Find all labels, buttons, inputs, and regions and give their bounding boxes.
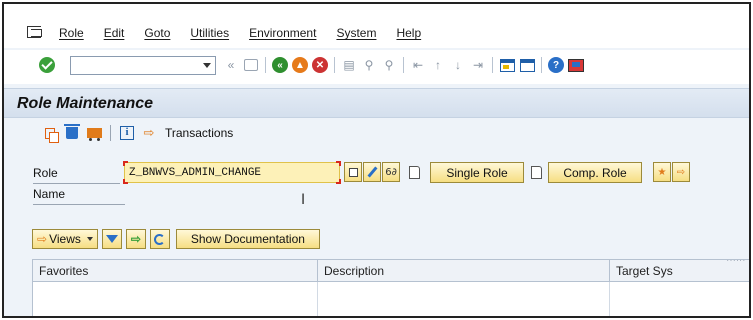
refresh-icon bbox=[154, 233, 166, 245]
shortcut-icon[interactable] bbox=[519, 57, 535, 73]
application-toolbar: i ⇨ Transactions bbox=[42, 124, 233, 143]
command-input[interactable] bbox=[71, 57, 197, 74]
filter-button[interactable] bbox=[101, 229, 122, 249]
column-header-description[interactable]: Description bbox=[318, 260, 610, 281]
sap-menu-icon[interactable] bbox=[27, 26, 42, 38]
command-field[interactable] bbox=[70, 56, 216, 75]
views-toolbar: ⇨ Views ⇨ Show Documentation bbox=[32, 229, 324, 249]
save-icon[interactable] bbox=[243, 57, 259, 73]
sap-window: Role Edit Goto Utilities Environment Sys… bbox=[2, 2, 751, 318]
menu-environment[interactable]: Environment bbox=[249, 26, 316, 40]
last-page-icon[interactable]: ⇥ bbox=[470, 57, 486, 73]
help-icon[interactable]: ? bbox=[548, 57, 564, 73]
back-double-icon[interactable]: « bbox=[223, 57, 239, 73]
cancel-icon[interactable]: ✕ bbox=[312, 57, 328, 73]
role-field[interactable] bbox=[123, 161, 341, 184]
other-role-button[interactable]: ⇨ bbox=[672, 162, 690, 182]
text-cursor-icon: I bbox=[301, 192, 306, 208]
display-button[interactable] bbox=[344, 162, 362, 182]
display-change-button[interactable]: 6∂ bbox=[382, 162, 400, 182]
customize-layout-icon[interactable] bbox=[568, 57, 584, 73]
transactions-icon[interactable]: ⇨ bbox=[141, 125, 157, 141]
table-header: Favorites Description Target Sys bbox=[33, 260, 749, 282]
favorites-add-button[interactable]: ★ bbox=[653, 162, 671, 182]
change-button[interactable] bbox=[363, 162, 381, 182]
pencil-icon bbox=[366, 166, 378, 178]
create-single-role-icon[interactable] bbox=[405, 162, 423, 183]
views-button[interactable]: ⇨ Views bbox=[32, 229, 98, 249]
transactions-button[interactable]: Transactions bbox=[165, 126, 233, 140]
table-cell[interactable] bbox=[33, 282, 318, 316]
toolbar-icons: « « ▲ ✕ ▤ ⚲ ⚲ ⇤ ↑ ↓ ⇥ ? bbox=[223, 57, 588, 73]
toolbar-separator bbox=[110, 125, 111, 141]
menu-items: Role Edit Goto Utilities Environment Sys… bbox=[59, 26, 441, 40]
role-label-underline bbox=[33, 183, 120, 184]
check-icon[interactable] bbox=[39, 57, 55, 73]
display-icon bbox=[348, 167, 358, 177]
next-page-icon[interactable]: ↓ bbox=[450, 57, 466, 73]
table-cell[interactable] bbox=[610, 282, 749, 316]
menu-utilities[interactable]: Utilities bbox=[190, 26, 229, 40]
add-green-icon: ⇨ bbox=[130, 232, 141, 246]
chevron-down-icon[interactable] bbox=[86, 237, 93, 241]
table-cell[interactable] bbox=[318, 282, 610, 316]
new-session-icon[interactable] bbox=[499, 57, 515, 73]
back-icon[interactable]: « bbox=[272, 57, 288, 73]
role-input[interactable] bbox=[125, 163, 339, 182]
title-bar: Role Maintenance bbox=[4, 88, 749, 118]
menu-system[interactable]: System bbox=[336, 26, 376, 40]
toolbar-separator bbox=[541, 57, 542, 73]
menu-bar: Role Edit Goto Utilities Environment Sys… bbox=[4, 4, 749, 48]
column-header-favorites[interactable]: Favorites bbox=[33, 260, 318, 281]
focus-marker bbox=[336, 161, 341, 166]
find-next-icon[interactable]: ⚲ bbox=[381, 57, 397, 73]
glasses-icon: 6∂ bbox=[385, 166, 397, 178]
prev-page-icon[interactable]: ↑ bbox=[430, 57, 446, 73]
add-button[interactable]: ⇨ bbox=[125, 229, 146, 249]
chevron-down-icon[interactable] bbox=[203, 63, 211, 68]
info-icon[interactable]: i bbox=[119, 125, 135, 141]
single-role-button[interactable]: Single Role bbox=[430, 162, 524, 183]
toolbar-separator bbox=[403, 57, 404, 73]
focus-marker bbox=[123, 161, 128, 166]
filter-icon bbox=[105, 235, 118, 243]
exit-icon[interactable]: ▲ bbox=[292, 57, 308, 73]
focus-marker bbox=[123, 179, 128, 184]
favorites-table: ...... Favorites Description Target Sys bbox=[32, 254, 749, 316]
comp-role-button[interactable]: Comp. Role bbox=[548, 162, 642, 183]
name-label-underline bbox=[33, 204, 125, 205]
toolbar-separator bbox=[265, 57, 266, 73]
toolbar-separator bbox=[334, 57, 335, 73]
views-icon: ⇨ bbox=[37, 232, 48, 246]
show-documentation-button[interactable]: Show Documentation bbox=[175, 229, 320, 249]
menu-goto[interactable]: Goto bbox=[144, 26, 170, 40]
resize-handle[interactable]: ...... bbox=[727, 254, 746, 263]
column-header-target-sys[interactable]: Target Sys bbox=[610, 260, 749, 281]
views-label: Views bbox=[49, 232, 81, 246]
table-body bbox=[33, 282, 749, 316]
first-page-icon[interactable]: ⇤ bbox=[410, 57, 426, 73]
page-title: Role Maintenance bbox=[17, 95, 154, 112]
arrow-right-icon: ⇨ bbox=[676, 166, 686, 178]
menu-role[interactable]: Role bbox=[59, 26, 84, 40]
copy-icon[interactable] bbox=[42, 125, 59, 143]
delete-icon[interactable] bbox=[64, 124, 80, 141]
standard-toolbar: « « ▲ ✕ ▤ ⚲ ⚲ ⇤ ↑ ↓ ⇥ ? bbox=[4, 50, 749, 84]
menu-edit[interactable]: Edit bbox=[104, 26, 125, 40]
toolbar-separator bbox=[492, 57, 493, 73]
name-label: Name bbox=[33, 187, 66, 201]
star-icon: ★ bbox=[657, 166, 667, 178]
refresh-button[interactable] bbox=[149, 229, 170, 249]
menu-help[interactable]: Help bbox=[396, 26, 421, 40]
find-icon[interactable]: ⚲ bbox=[361, 57, 377, 73]
focus-marker bbox=[336, 179, 341, 184]
transport-icon[interactable] bbox=[86, 125, 102, 141]
create-comp-role-icon[interactable] bbox=[527, 162, 545, 183]
role-label: Role bbox=[33, 166, 58, 180]
print-icon[interactable]: ▤ bbox=[341, 57, 357, 73]
